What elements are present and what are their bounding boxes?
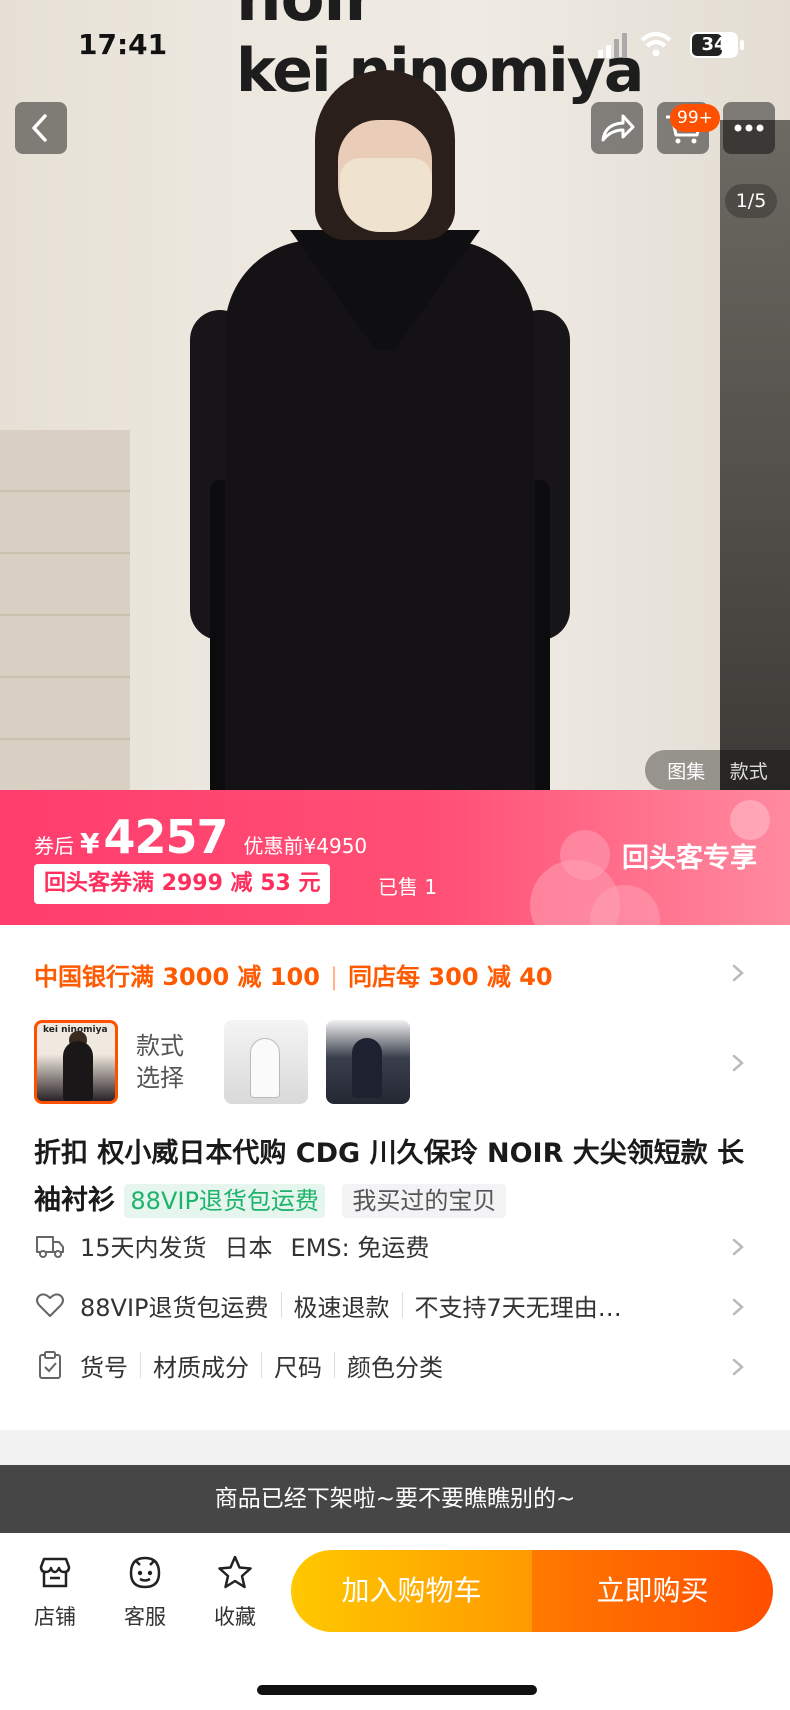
status-time: 17:41	[78, 28, 168, 61]
style-selector[interactable]: kei ninomiya 款式选择	[34, 1019, 428, 1105]
service-item-1: 88VIP退货包运费	[80, 1293, 269, 1322]
chevron-right-icon	[728, 1237, 748, 1257]
store-icon	[39, 1557, 71, 1588]
cart-count-badge: 99+	[670, 104, 720, 132]
battery-icon: 34	[690, 32, 738, 58]
param-item-2: 材质成分	[153, 1353, 249, 1382]
price-row: 券后 ¥ 4257 优惠前¥4950	[34, 810, 367, 864]
favorite-button[interactable]: 收藏	[200, 1553, 270, 1631]
service-item-2: 极速退款	[293, 1293, 390, 1322]
ship-origin: 日本	[224, 1233, 273, 1262]
more-button[interactable]	[723, 102, 775, 154]
style-thumb-selected[interactable]: kei ninomiya	[34, 1020, 118, 1104]
star-icon	[218, 1555, 252, 1589]
truck-icon	[36, 1236, 64, 1258]
more-dots-icon	[734, 124, 764, 132]
params-row[interactable]: 货号 材质成分 尺码 颜色分类	[34, 1345, 443, 1385]
status-icons: 34	[598, 30, 758, 60]
gallery-switch[interactable]: 图集 款式	[645, 750, 790, 790]
floor-tiles	[0, 430, 130, 790]
bank-promo: 中国银行满 3000 减 100	[34, 963, 320, 991]
buy-now-button[interactable]: 立即购买	[532, 1550, 773, 1632]
store-button[interactable]: 店铺	[20, 1553, 90, 1631]
chevron-left-icon	[32, 114, 47, 142]
chevron-right-icon	[728, 1297, 748, 1317]
chevron-right-icon	[728, 963, 748, 983]
original-price: 优惠前¥4950	[243, 834, 368, 858]
style-thumb-navy[interactable]	[326, 1020, 410, 1104]
style-select-label: 款式选择	[136, 1032, 184, 1092]
service-row[interactable]: 88VIP退货包运费 极速退款 不支持7天无理由…	[34, 1285, 622, 1325]
ship-days: 15天内发货	[80, 1233, 207, 1262]
shipping-row[interactable]: 15天内发货 日本 EMS: 免运费	[34, 1225, 429, 1265]
bottom-bar: 店铺 客服 收藏 加入购物车 立即购买	[0, 1533, 790, 1710]
signal-icon	[598, 32, 672, 58]
customer-service-button[interactable]: 客服	[110, 1553, 180, 1631]
add-to-cart-button[interactable]: 加入购物车	[291, 1550, 532, 1632]
store-sign-line1: noir	[236, 0, 376, 36]
tab-styles[interactable]: 款式	[730, 757, 768, 784]
price-banner: 券后 ¥ 4257 优惠前¥4950 回头客券满 2999 减 53 元 已售 …	[0, 790, 790, 925]
currency-symbol: ¥	[80, 827, 100, 860]
promo-row[interactable]: 中国银行满 3000 减 100 | 同店每 300 减 40	[34, 957, 553, 992]
product-detail-card: 中国银行满 3000 减 100 | 同店每 300 减 40 kei ninomi…	[0, 925, 790, 1430]
chevron-right-icon	[728, 1053, 748, 1073]
after-coupon-label: 券后	[34, 834, 74, 858]
clipboard-icon	[39, 1351, 61, 1379]
back-button[interactable]	[15, 102, 67, 154]
bought-before-tag[interactable]: 我买过的宝贝	[342, 1184, 507, 1218]
price-value: 4257	[103, 810, 228, 864]
delisted-toast: 商品已经下架啦~要不要瞧瞧别的~	[0, 1465, 790, 1533]
service-label: 客服	[124, 1605, 166, 1629]
returning-customer-label: 回头客专享	[622, 843, 757, 874]
coupon-badge[interactable]: 回头客券满 2999 减 53 元	[34, 864, 331, 904]
share-button[interactable]	[591, 102, 643, 154]
image-pager: 1/5	[725, 184, 777, 218]
chevron-right-icon	[728, 1357, 748, 1377]
param-item-4: 颜色分类	[347, 1353, 443, 1382]
model-figure	[190, 60, 570, 790]
favorite-label: 收藏	[214, 1605, 256, 1629]
cta-group: 加入购物车 立即购买	[291, 1550, 773, 1632]
tab-gallery[interactable]: 图集	[667, 757, 705, 784]
param-item-3: 尺码	[274, 1353, 322, 1382]
store-label: 店铺	[34, 1605, 76, 1629]
style-thumb-white[interactable]	[224, 1020, 308, 1104]
product-title: 折扣 权小威日本代购 CDG 川久保玲 NOIR 大尖领短款 长袖衬衫 88VI…	[34, 1130, 754, 1224]
background-rack	[720, 120, 790, 790]
ship-method: EMS: 免运费	[290, 1233, 430, 1262]
sold-count: 已售 1	[378, 875, 438, 899]
service-item-3: 不支持7天无理由…	[414, 1293, 622, 1322]
service-face-icon	[129, 1556, 161, 1589]
heart-shield-icon	[36, 1293, 64, 1317]
param-item-1: 货号	[80, 1353, 128, 1382]
store-promo: 同店每 300 减 40	[348, 963, 553, 991]
vip-tag: 88VIP退货包运费	[124, 1184, 325, 1218]
share-icon	[601, 114, 635, 142]
home-indicator	[257, 1685, 537, 1695]
